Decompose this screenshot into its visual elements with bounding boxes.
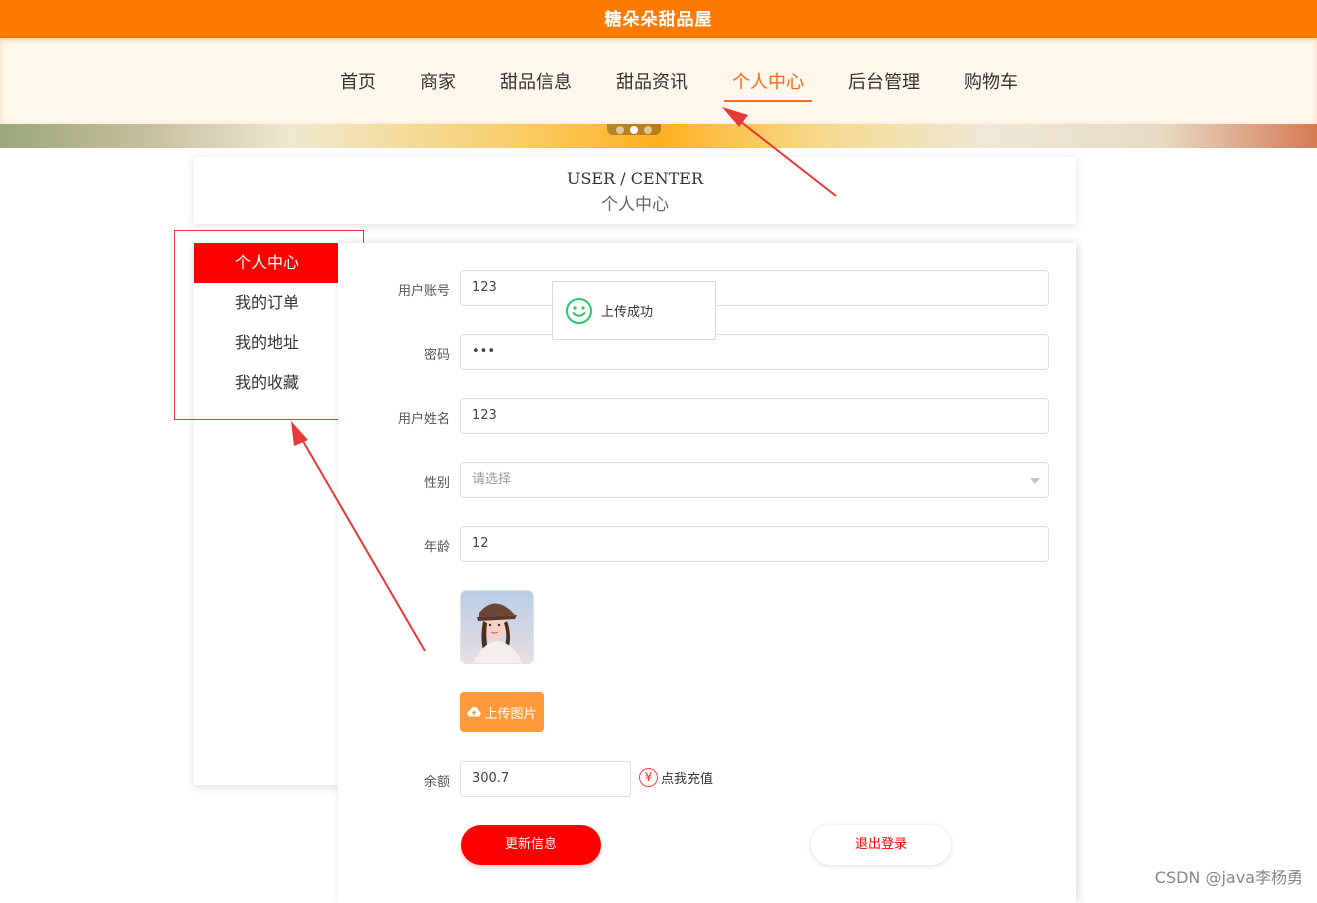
banner-carousel	[0, 124, 1317, 148]
sidebar-item-user-center[interactable]: 个人中心	[194, 243, 340, 283]
main-nav: 首页 商家 甜品信息 甜品资讯 个人中心 后台管理 购物车	[0, 38, 1317, 124]
balance-label: 余额	[424, 771, 450, 790]
age-input[interactable]: 12	[460, 526, 1049, 562]
sidebar-item-orders[interactable]: 我的订单	[194, 283, 340, 323]
cloud-upload-icon	[467, 706, 481, 718]
gender-select-placeholder: 请选择	[472, 472, 511, 487]
age-label: 年龄	[424, 536, 450, 555]
chevron-down-icon	[1030, 478, 1040, 484]
name-label: 用户姓名	[398, 408, 450, 427]
nav-item-dessert-info[interactable]: 甜品信息	[492, 66, 580, 102]
site-title: 糖朵朵甜品屋	[605, 5, 713, 30]
section-heading-card: USER / CENTER 个人中心	[194, 157, 1076, 224]
user-sidebar: 个人中心 我的订单 我的地址 我的收藏	[194, 243, 340, 785]
account-input[interactable]: 123	[460, 270, 1049, 306]
avatar-preview[interactable]	[460, 590, 534, 664]
yen-icon: ¥	[639, 768, 658, 787]
balance-input[interactable]: 300.7	[460, 761, 631, 797]
toast-message: 上传成功	[601, 301, 653, 320]
avatar-image	[461, 591, 534, 664]
carousel-dot-active[interactable]	[630, 126, 638, 134]
upload-image-button[interactable]: 上传图片	[460, 692, 544, 732]
nav-item-home[interactable]: 首页	[332, 66, 384, 102]
site-header-bar: 糖朵朵甜品屋	[0, 0, 1317, 38]
account-label: 用户账号	[398, 280, 450, 299]
user-info-form: 用户账号 123 密码 ••• 用户姓名 123 性别 请选择 年龄 12	[338, 243, 1076, 903]
update-info-button[interactable]: 更新信息	[461, 825, 601, 865]
recharge-label: 点我充值	[661, 768, 713, 787]
section-heading-en: USER / CENTER	[194, 169, 1076, 188]
nav-item-admin[interactable]: 后台管理	[840, 66, 928, 102]
carousel-dot[interactable]	[644, 126, 652, 134]
sidebar-item-favorites[interactable]: 我的收藏	[194, 363, 340, 403]
sidebar-item-address[interactable]: 我的地址	[194, 323, 340, 363]
recharge-link[interactable]: ¥ 点我充值	[639, 768, 713, 787]
nav-item-cart[interactable]: 购物车	[956, 66, 1026, 102]
section-heading-cn: 个人中心	[194, 190, 1076, 215]
upload-image-label: 上传图片	[484, 703, 536, 722]
password-label: 密码	[424, 344, 450, 363]
carousel-indicators	[607, 124, 661, 135]
gender-select[interactable]: 请选择	[460, 462, 1049, 498]
gender-label: 性别	[424, 472, 450, 491]
watermark-text: CSDN @java李杨勇	[1155, 864, 1303, 888]
nav-item-user-center[interactable]: 个人中心	[724, 66, 812, 102]
nav-item-dessert-news[interactable]: 甜品资讯	[608, 66, 696, 102]
success-toast: 上传成功	[552, 281, 716, 340]
password-input[interactable]: •••	[460, 334, 1049, 370]
logout-button[interactable]: 退出登录	[811, 825, 951, 865]
smile-icon	[565, 297, 593, 325]
nav-item-merchant[interactable]: 商家	[412, 66, 464, 102]
name-input[interactable]: 123	[460, 398, 1049, 434]
carousel-dot[interactable]	[616, 126, 624, 134]
